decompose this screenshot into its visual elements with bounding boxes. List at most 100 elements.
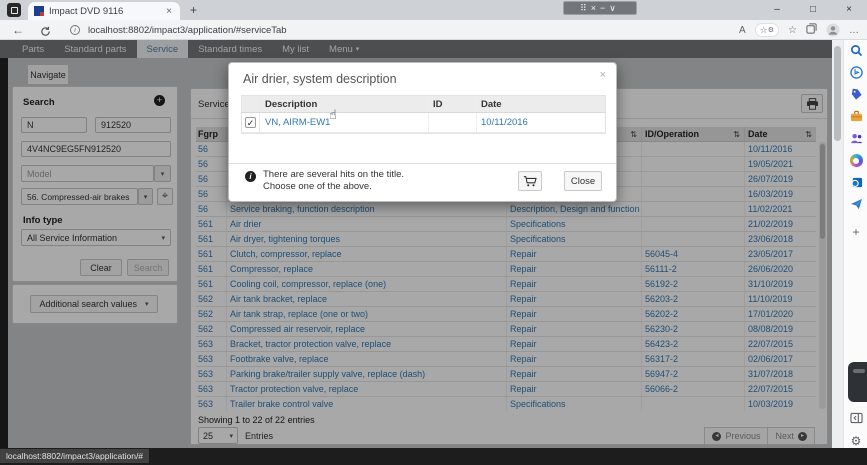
people-icon[interactable] — [844, 132, 867, 145]
cell-title-link[interactable]: Trailer brake control valve — [226, 397, 506, 411]
cell-type: Specifications — [506, 217, 641, 231]
favorites-hub-icon[interactable]: ☆⚙ — [755, 23, 779, 37]
model-dropdown-button[interactable]: ▾ — [154, 165, 171, 182]
dialog-close-button[interactable]: Close — [564, 171, 602, 191]
table-row[interactable]: 561 Clutch, compressor, replace Repair 5… — [196, 247, 816, 262]
table-row[interactable]: 562 Air tank strap, replace (one or two)… — [196, 307, 816, 322]
page-size-select[interactable]: 25 ▾ — [198, 427, 238, 444]
sort-icon[interactable]: ⇅ — [733, 130, 740, 139]
cell-title-link[interactable]: Footbrake valve, replace — [226, 352, 506, 366]
new-tab-button[interactable]: + — [190, 3, 197, 17]
function-group-select[interactable]: 56. Compressed-air brakes — [21, 188, 138, 205]
info-type-select[interactable]: All Service Information ▾ — [21, 229, 171, 246]
outlook-icon[interactable] — [844, 176, 867, 189]
search-icon[interactable] — [844, 44, 867, 57]
nav-tab-standard-parts[interactable]: Standard parts — [54, 40, 136, 58]
nav-tab-menu[interactable]: Menu ▾ — [319, 40, 369, 58]
add-to-cart-button[interactable] — [518, 171, 542, 191]
dialog-result-row[interactable]: ✓ VN, AIRM-EW1 10/11/2016 — [242, 113, 605, 133]
screen-recorder-widget[interactable]: ⠿×−∨ — [563, 1, 637, 15]
drop-icon[interactable] — [844, 198, 867, 210]
cell-title-link[interactable]: Air tank bracket, replace — [226, 292, 506, 306]
vin-input[interactable]: 4V4NC9EG5FN912520 — [21, 141, 171, 157]
capture-widget[interactable] — [848, 362, 867, 402]
cell-title-link[interactable]: Compressor, replace — [226, 262, 506, 276]
window-minimize-button[interactable]: – — [759, 4, 795, 15]
print-button[interactable] — [801, 94, 823, 113]
url-text[interactable]: localhost:8802/impact3/application/#serv… — [88, 25, 287, 36]
read-aloud-icon[interactable]: A — [739, 25, 746, 36]
model-select[interactable]: Model — [21, 165, 154, 182]
nav-tab-service[interactable]: Service — [137, 40, 189, 58]
table-scrollbar-thumb[interactable] — [820, 144, 825, 239]
nav-tab-my-list[interactable]: My list — [272, 40, 319, 58]
table-row[interactable]: 563 Tractor protection valve, replace Re… — [196, 382, 816, 397]
cell-title-link[interactable]: Tractor protection valve, replace — [226, 382, 506, 396]
profile-avatar[interactable] — [826, 23, 840, 37]
designer-icon[interactable] — [844, 154, 867, 167]
shopping-icon[interactable] — [844, 88, 867, 101]
screen: Impact DVD 9116 × + ⠿×−∨ – □ × ← i local… — [0, 0, 867, 465]
table-row[interactable]: 561 Compressor, replace Repair 56111-2 2… — [196, 262, 816, 277]
cell-title-link[interactable]: Parking brake/trailer supply valve, repl… — [226, 367, 506, 381]
table-scrollbar[interactable] — [819, 142, 826, 409]
previous-page-button[interactable]: ◂ Previous — [704, 427, 768, 445]
table-row[interactable]: 561 Cooling coil, compressor, replace (o… — [196, 277, 816, 292]
table-row[interactable]: 563 Parking brake/trailer supply valve, … — [196, 367, 816, 382]
window-maximize-button[interactable]: □ — [795, 4, 831, 15]
add-sidebar-item-icon[interactable]: + — [844, 225, 867, 239]
sort-icon[interactable]: ⇅ — [805, 130, 812, 139]
table-row[interactable]: 563 Trailer brake control valve Specific… — [196, 397, 816, 411]
cell-title-link[interactable]: Bracket, tractor protection valve, repla… — [226, 337, 506, 351]
dialog-close-icon[interactable]: × — [600, 69, 606, 81]
search-button[interactable]: Search — [127, 259, 169, 276]
cell-title-link[interactable]: Compressed air reservoir, replace — [226, 322, 506, 336]
nav-tab-standard-times[interactable]: Standard times — [188, 40, 272, 58]
browser-scrollbar-thumb[interactable] — [834, 46, 841, 141]
chassis-number-input[interactable]: 912520 — [95, 117, 171, 133]
table-row[interactable]: 563 Bracket, tractor protection valve, r… — [196, 337, 816, 352]
row-checkbox[interactable]: ✓ — [245, 117, 256, 128]
browser-menu-icon[interactable]: … — [849, 25, 859, 36]
col-header-date[interactable]: Date⇅ — [744, 127, 816, 141]
col-header-id-operation[interactable]: ID/Operation⇅ — [641, 127, 744, 141]
sidebar-toggle-icon[interactable] — [844, 412, 867, 424]
tab-close-icon[interactable]: × — [164, 6, 174, 17]
cell-title-link[interactable]: Service braking, function description — [226, 202, 506, 216]
function-group-dropdown-button[interactable]: ▾ — [138, 188, 153, 205]
clear-button[interactable]: Clear — [80, 259, 122, 276]
settings-gear-icon[interactable]: ⚙ — [844, 434, 867, 448]
tab-actions-icon[interactable] — [7, 3, 21, 17]
cell-title-link[interactable]: Clutch, compressor, replace — [226, 247, 506, 261]
table-row[interactable]: 561 Air dryer, tightening torques Specif… — [196, 232, 816, 247]
add-search-icon[interactable]: + — [154, 95, 165, 106]
function-group-picker-button[interactable]: ⌖ — [157, 188, 173, 205]
table-row[interactable]: 56 Service braking, function description… — [196, 202, 816, 217]
cell-title-link[interactable]: Air tank strap, replace (one or two) — [226, 307, 506, 321]
table-row[interactable]: 563 Footbrake valve, replace Repair 5631… — [196, 352, 816, 367]
col-header-fgrp[interactable]: Fgrp — [196, 127, 226, 141]
series-input[interactable]: N — [21, 117, 87, 133]
toolbox-icon[interactable] — [844, 110, 867, 122]
add-favorite-icon[interactable]: ☆ — [788, 25, 797, 36]
next-page-button[interactable]: Next ▸ — [768, 427, 815, 445]
additional-search-values-button[interactable]: Additional search values ▾ — [30, 295, 158, 313]
dialog-description-link[interactable]: VN, AIRM-EW1 — [260, 113, 428, 132]
table-row[interactable]: 562 Air tank bracket, replace Repair 562… — [196, 292, 816, 307]
nav-tab-parts[interactable]: Parts — [12, 40, 54, 58]
collections-icon[interactable] — [806, 21, 817, 39]
site-info-icon[interactable]: i — [70, 25, 80, 35]
browser-tab[interactable]: Impact DVD 9116 × — [28, 2, 180, 20]
cell-title-link[interactable]: Air drier — [226, 217, 506, 231]
tab-navigate[interactable]: Navigate — [27, 64, 69, 85]
table-row[interactable]: 561 Air drier Specifications 21/02/2019 — [196, 217, 816, 232]
back-icon[interactable]: ← — [12, 23, 24, 37]
cell-title-link[interactable]: Cooling coil, compressor, replace (one) — [226, 277, 506, 291]
window-close-button[interactable]: × — [831, 4, 867, 15]
sort-icon[interactable]: ⇅ — [630, 130, 637, 139]
cell-id-operation: 56192-2 — [641, 277, 744, 291]
bing-discover-icon[interactable] — [844, 66, 867, 79]
browser-scrollbar[interactable] — [832, 40, 843, 448]
table-row[interactable]: 562 Compressed air reservoir, replace Re… — [196, 322, 816, 337]
cell-title-link[interactable]: Air dryer, tightening torques — [226, 232, 506, 246]
